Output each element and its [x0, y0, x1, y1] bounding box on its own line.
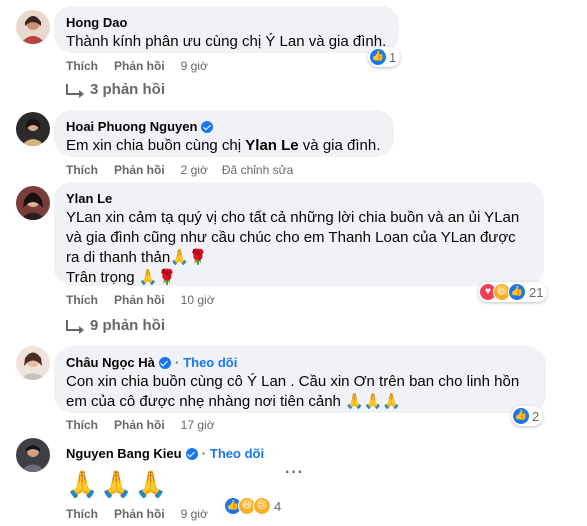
author-name[interactable]: Nguyen Bang Kieu — [66, 445, 182, 462]
like-button[interactable]: Thích — [66, 293, 98, 307]
comment-bubble: Ylan Le YLan xin cảm tạ quý vị cho tất c… — [54, 182, 544, 286]
reply-button[interactable]: Phản hồi — [114, 507, 165, 521]
reply-button[interactable]: Phản hồi — [114, 59, 165, 73]
replies-count[interactable]: 3 phản hồi — [90, 81, 165, 98]
like-reaction-icon: 👍 — [370, 49, 386, 65]
timestamp[interactable]: 2 giờ — [181, 163, 208, 177]
avatar[interactable] — [16, 112, 50, 146]
reaction-count: 21 — [529, 284, 544, 300]
reply-arrow-icon — [66, 84, 84, 98]
timestamp[interactable]: 17 giờ — [181, 418, 215, 432]
comment-bubble: Châu Ngọc Hà · Theo dõi Con xin chia buồ… — [54, 346, 546, 413]
comment-text: YLan xin cảm tạ quý vị cho tất cả những … — [66, 209, 520, 286]
like-button[interactable]: Thích — [66, 418, 98, 432]
like-button[interactable]: Thích — [66, 59, 98, 73]
comment-bubble: Hoai Phuong Nguyen Em xin chia buồn cùng… — [54, 110, 394, 157]
avatar[interactable] — [16, 186, 50, 220]
view-replies-button[interactable]: 9 phản hồi — [66, 317, 165, 334]
author-name[interactable]: Hong Dao — [66, 14, 127, 31]
reaction-badge[interactable]: 👍 😆 😢 4 — [223, 496, 286, 516]
view-replies-button[interactable]: 3 phản hồi — [66, 81, 165, 98]
author-name[interactable]: Ylan Le — [66, 190, 112, 207]
comment-text: Thành kính phân ưu cùng chị Ý Lan và gia… — [66, 33, 387, 50]
verified-badge-icon — [185, 447, 198, 460]
reaction-count: 2 — [532, 408, 540, 424]
comment-text: 🙏🙏🙏 — [66, 469, 170, 499]
reply-button[interactable]: Phản hồi — [114, 163, 165, 177]
reaction-badge[interactable]: 👍 1 — [368, 47, 401, 67]
sad-reaction-icon: 😢 — [253, 497, 271, 515]
reaction-count: 4 — [274, 498, 282, 514]
reaction-badge[interactable]: 👍 2 — [511, 406, 544, 426]
reaction-count: 1 — [389, 49, 397, 65]
timestamp[interactable]: 9 giờ — [181, 507, 208, 521]
avatar[interactable] — [16, 10, 50, 44]
author-name[interactable]: Châu Ngọc Hà — [66, 354, 155, 371]
like-reaction-icon: 👍 — [513, 408, 529, 424]
reply-button[interactable]: Phản hồi — [114, 418, 165, 432]
like-button[interactable]: Thích — [66, 163, 98, 177]
edited-label: Đã chỉnh sửa — [221, 163, 294, 177]
replies-count[interactable]: 9 phản hồi — [90, 317, 165, 334]
comment-bubble: Hong Dao Thành kính phân ưu cùng chị Ý L… — [54, 6, 399, 53]
avatar[interactable] — [16, 438, 50, 472]
separator: · — [201, 446, 206, 461]
timestamp[interactable]: 10 giờ — [181, 293, 215, 307]
reply-button[interactable]: Phản hồi — [114, 293, 165, 307]
author-name[interactable]: Hoai Phuong Nguyen — [66, 118, 197, 135]
avatar[interactable] — [16, 346, 50, 380]
follow-button[interactable]: Theo dõi — [210, 445, 264, 462]
more-options-icon[interactable]: ··· — [285, 464, 304, 482]
comment-text: Con xin chia buồn cùng cô Ý Lan . Cầu xi… — [66, 373, 520, 410]
comment-text: Em xin chia buồn cùng chị Ylan Le và gia… — [66, 137, 381, 154]
like-button[interactable]: Thích — [66, 507, 98, 521]
timestamp[interactable]: 9 giờ — [181, 59, 208, 73]
mention-link[interactable]: Ylan Le — [245, 137, 298, 154]
separator: · — [174, 355, 180, 370]
reaction-badge[interactable]: ♥ 😆 👍 21 — [478, 282, 548, 302]
reply-arrow-icon — [66, 320, 84, 334]
like-reaction-icon: 👍 — [508, 283, 526, 301]
verified-badge-icon — [201, 120, 214, 133]
verified-badge-icon — [158, 356, 171, 369]
follow-button[interactable]: Theo dõi — [183, 354, 237, 371]
